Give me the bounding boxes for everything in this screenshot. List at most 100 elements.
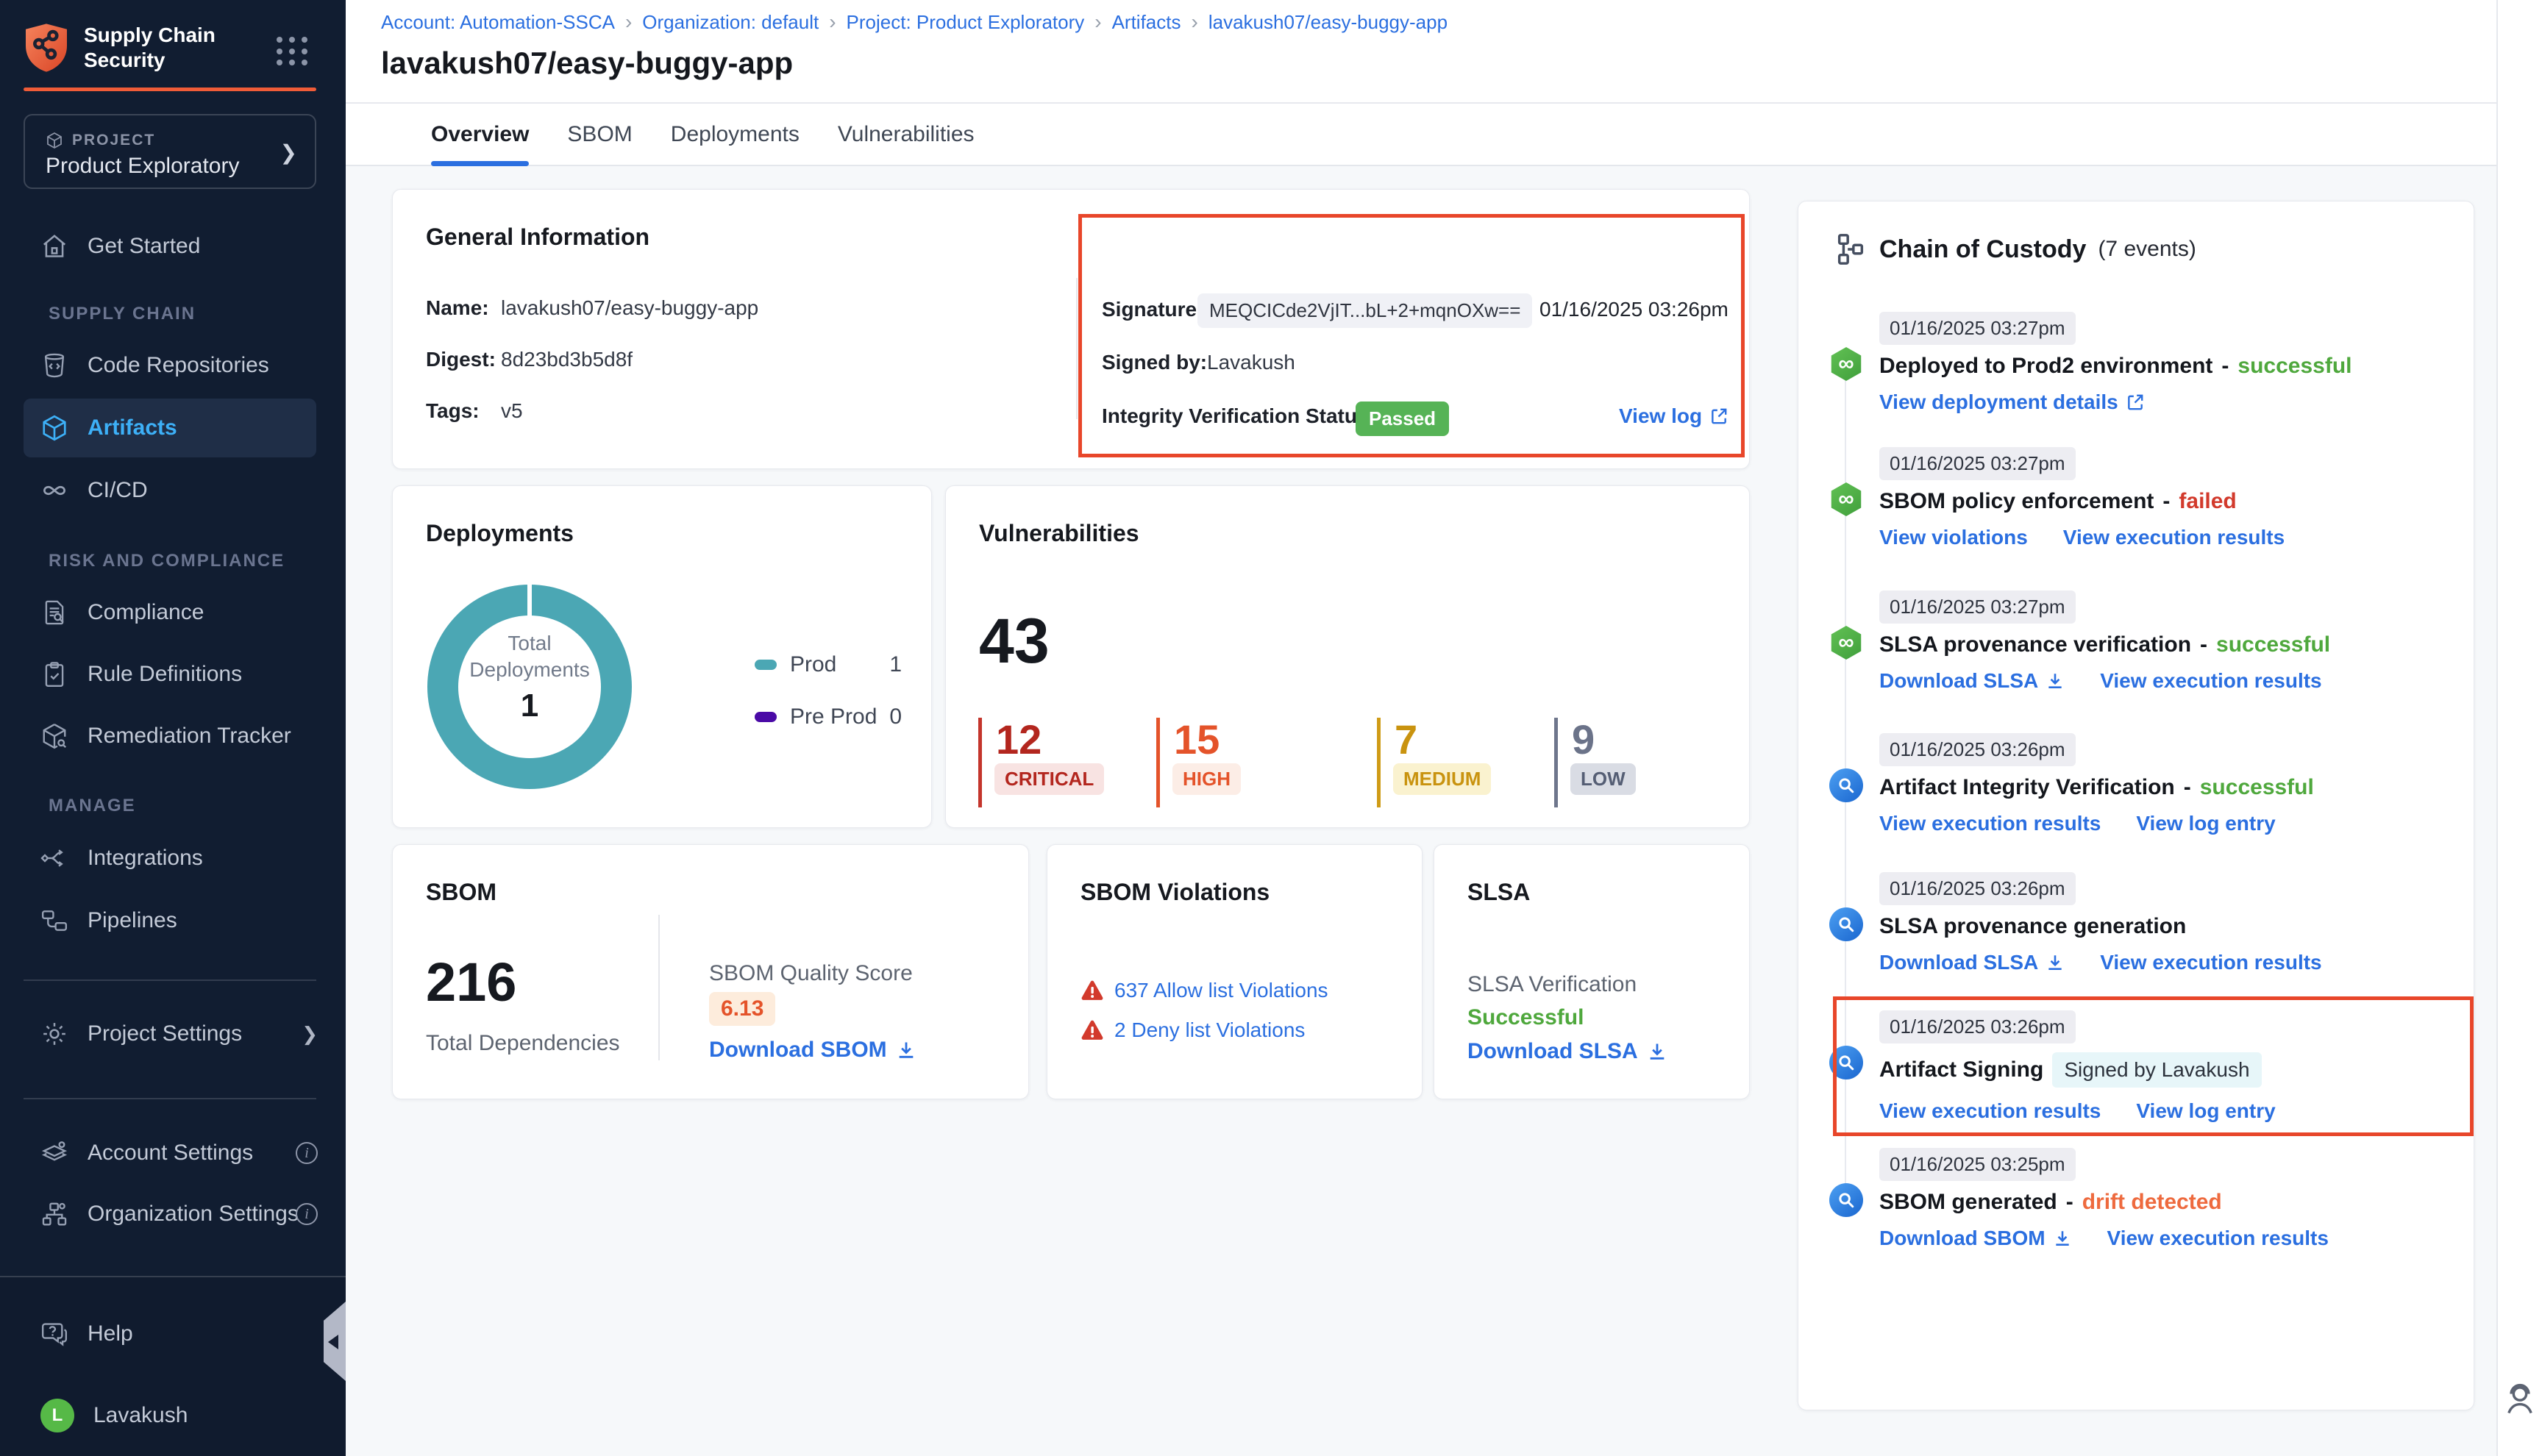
- supply-chain-security-app: Supply Chain Security PROJECT Product Ex…: [0, 0, 2542, 1456]
- card-title: Deployments: [426, 520, 574, 547]
- view-execution-results-link[interactable]: View execution results: [2100, 951, 2321, 974]
- view-execution-results-link[interactable]: View execution results: [1879, 812, 2101, 835]
- sidebar-item-project-settings[interactable]: Project Settings ❯: [0, 1012, 346, 1056]
- breadcrumb-project[interactable]: Project: Product Exploratory: [847, 11, 1085, 34]
- pipeline-stage-icon: ∞: [1829, 347, 1863, 381]
- download-sbom-link[interactable]: Download SBOM: [1879, 1227, 2046, 1250]
- card-title: General Information: [426, 224, 649, 251]
- chain-of-custody-panel: Chain of Custody (7 events) ∞ 01/16/2025…: [1798, 201, 2474, 1410]
- view-deployment-details-link[interactable]: View deployment details: [1879, 390, 2118, 414]
- view-execution-results-link[interactable]: View execution results: [2100, 669, 2321, 693]
- signed-by-badge: Signed by Lavakush: [2052, 1052, 2261, 1088]
- shield-logo-icon: [24, 22, 69, 74]
- sbom-quality-score-label: SBOM Quality Score: [709, 961, 913, 986]
- sidebar-footer: Help L Lavakush: [0, 1276, 346, 1456]
- sidebar-item-integrations[interactable]: Integrations: [0, 836, 346, 880]
- project-selector[interactable]: PROJECT Product Exploratory ❯: [24, 114, 316, 189]
- pipeline-stage-icon: ∞: [1829, 482, 1863, 516]
- tab-vulnerabilities[interactable]: Vulnerabilities: [838, 104, 975, 165]
- download-slsa-link[interactable]: Download SLSA: [1467, 1039, 1638, 1064]
- view-log-entry-link[interactable]: View log entry: [2136, 812, 2275, 835]
- deployments-card: Deployments TotalDeployments 1 Prod 1 Pr…: [392, 485, 932, 828]
- sidebar-item-pipelines[interactable]: Pipelines: [0, 899, 346, 943]
- sidebar-item-account-settings[interactable]: Account Settings i: [0, 1131, 346, 1175]
- event-timestamp: 01/16/2025 03:26pm: [1879, 872, 2076, 905]
- breadcrumb-artifacts[interactable]: Artifacts: [1112, 11, 1181, 34]
- section-supply-chain: SUPPLY CHAIN: [49, 304, 196, 324]
- total-dependencies-label: Total Dependencies: [426, 1031, 620, 1056]
- sidebar-item-help[interactable]: Help: [0, 1312, 346, 1356]
- integrations-icon: [40, 844, 68, 872]
- vulnerabilities-total: 43: [979, 610, 1050, 673]
- signature-timestamp: 01/16/2025 03:26pm: [1539, 298, 1729, 321]
- allow-list-violations-link[interactable]: 637 Allow list Violations: [1114, 979, 1328, 1002]
- tab-deployments[interactable]: Deployments: [671, 104, 800, 165]
- signature-value[interactable]: MEQCICde2VjIT...bL+2+mqnOXw==: [1197, 293, 1532, 328]
- tab-bar: Overview SBOM Deployments Vulnerabilitie…: [346, 104, 2542, 166]
- sidebar-item-rule-definitions[interactable]: Rule Definitions: [0, 652, 346, 696]
- view-log-link[interactable]: View log: [1619, 404, 1702, 428]
- deny-list-violations-link[interactable]: 2 Deny list Violations: [1114, 1018, 1305, 1042]
- tab-sbom[interactable]: SBOM: [567, 104, 632, 165]
- sidebar-item-code-repositories[interactable]: Code Repositories: [0, 343, 346, 388]
- section-risk-and-compliance: RISK AND COMPLIANCE: [49, 551, 285, 571]
- coc-event-slsa-provenance-verification: ∞ 01/16/2025 03:27pm SLSA provenance ver…: [1879, 590, 2453, 693]
- sidebar-item-cicd[interactable]: CI/CD: [0, 468, 346, 513]
- download-icon: [2053, 1229, 2072, 1248]
- sidebar-item-organization-settings[interactable]: Organization Settings i: [0, 1192, 346, 1236]
- app-grid-icon[interactable]: [277, 37, 309, 66]
- sidebar-item-compliance[interactable]: Compliance: [0, 590, 346, 635]
- sidebar-item-remediation-tracker[interactable]: Remediation Tracker: [0, 714, 346, 758]
- organization-settings-icon: [40, 1200, 68, 1228]
- breadcrumb-account[interactable]: Account: Automation-SSCA: [381, 11, 615, 34]
- integrity-status-badge: Passed: [1356, 402, 1449, 436]
- slsa-verification-label: SLSA Verification: [1467, 972, 1637, 997]
- info-icon[interactable]: i: [296, 1142, 318, 1164]
- digest-row: Digest: 8d23bd3b5d8f: [426, 346, 633, 373]
- breadcrumb-organization[interactable]: Organization: default: [642, 11, 819, 34]
- sidebar-item-artifacts[interactable]: Artifacts: [24, 399, 316, 457]
- divider: [24, 979, 316, 981]
- chain-of-custody-title: Chain of Custody: [1879, 235, 2086, 264]
- view-execution-results-link[interactable]: View execution results: [2107, 1227, 2329, 1250]
- user-menu[interactable]: L Lavakush: [0, 1393, 346, 1438]
- download-slsa-link[interactable]: Download SLSA: [1879, 669, 2038, 693]
- info-icon[interactable]: i: [296, 1203, 318, 1225]
- event-status: drift detected: [2082, 1190, 2222, 1215]
- download-icon: [2046, 671, 2065, 690]
- clipboard-check-icon: [40, 660, 68, 688]
- chain-of-custody-icon: [1834, 231, 1868, 268]
- integrity-status-label: Integrity Verification Status:: [1102, 404, 1375, 428]
- scan-step-icon: [1829, 907, 1863, 941]
- vulnerabilities-card: Vulnerabilities 43 12 CRITICAL 15 HIGH 7…: [945, 485, 1750, 828]
- coc-event-artifact-integrity-verification: 01/16/2025 03:26pm Artifact Integrity Ve…: [1879, 733, 2453, 835]
- download-sbom-link[interactable]: Download SBOM: [709, 1038, 887, 1063]
- help-chat-icon: [40, 1320, 68, 1348]
- divider: [1076, 278, 1078, 419]
- sidebar-item-get-started[interactable]: Get Started: [0, 224, 346, 268]
- card-title: Vulnerabilities: [979, 520, 1139, 547]
- breadcrumb-current[interactable]: lavakush07/easy-buggy-app: [1208, 11, 1448, 34]
- view-violations-link[interactable]: View violations: [1879, 526, 2028, 549]
- sidebar: Supply Chain Security PROJECT Product Ex…: [0, 0, 346, 1456]
- scan-step-icon: [1829, 1046, 1863, 1079]
- general-information-card: General Information Name: lavakush07/eas…: [392, 189, 1750, 469]
- tab-overview[interactable]: Overview: [431, 104, 529, 165]
- event-status: successful: [2216, 632, 2330, 657]
- download-slsa-link[interactable]: Download SLSA: [1879, 951, 2038, 974]
- prod-color-pill: [755, 660, 777, 670]
- event-status: successful: [2237, 354, 2351, 379]
- view-execution-results-link[interactable]: View execution results: [1879, 1099, 2101, 1123]
- pipeline-stage-icon: ∞: [1829, 626, 1863, 660]
- view-execution-results-link[interactable]: View execution results: [2063, 526, 2285, 549]
- code-repository-icon: [40, 351, 68, 379]
- support-chat-icon[interactable]: [2501, 1380, 2539, 1418]
- account-settings-icon: [40, 1139, 68, 1167]
- view-log-entry-link[interactable]: View log entry: [2136, 1099, 2275, 1123]
- artifacts-cube-icon: [40, 414, 68, 442]
- signed-by-value: Lavakush: [1207, 351, 1295, 374]
- download-icon: [896, 1040, 916, 1060]
- legend-item-prod: Prod 1: [755, 652, 902, 677]
- legend-item-pre-prod: Pre Prod 0: [755, 704, 902, 729]
- section-manage: MANAGE: [49, 796, 136, 816]
